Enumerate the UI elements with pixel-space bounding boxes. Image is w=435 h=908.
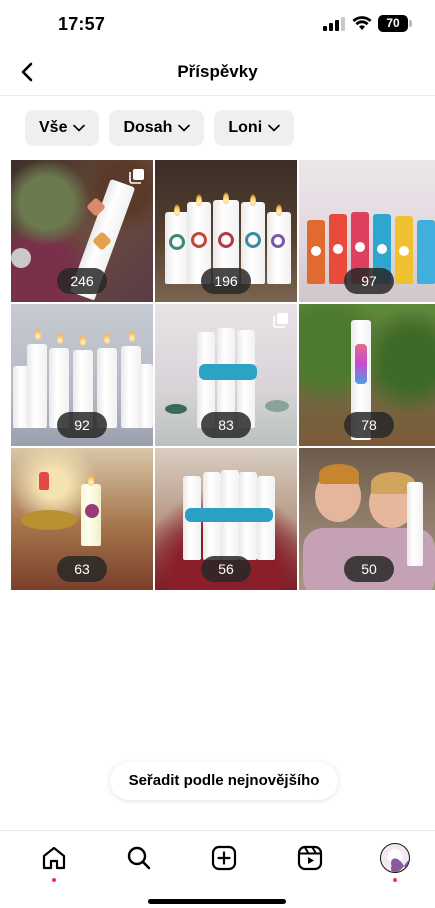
view-count-badge: 78 bbox=[344, 412, 394, 438]
tab-profile[interactable] bbox=[380, 843, 410, 882]
bottom-tab-bar bbox=[0, 830, 435, 908]
filter-reach-label: Dosah bbox=[123, 119, 173, 136]
view-count-badge: 63 bbox=[57, 556, 107, 582]
filter-period-label: Loni bbox=[228, 119, 263, 136]
tab-home[interactable] bbox=[39, 843, 69, 882]
chevron-down-icon bbox=[268, 124, 280, 132]
sort-newest-button[interactable]: Seřadit podle nejnovějšího bbox=[110, 762, 338, 800]
tab-search[interactable] bbox=[124, 843, 154, 873]
home-indicator bbox=[148, 899, 286, 904]
filter-chips: Vše Dosah Loni bbox=[25, 110, 295, 146]
filter-all-label: Vše bbox=[39, 119, 68, 136]
reels-icon bbox=[297, 845, 323, 871]
view-count-badge: 50 bbox=[344, 556, 394, 582]
profile-avatar bbox=[380, 843, 410, 873]
view-count-badge: 92 bbox=[57, 412, 107, 438]
post-thumbnail[interactable]: 97 bbox=[299, 160, 435, 302]
post-thumbnail[interactable]: 246 bbox=[11, 160, 153, 302]
post-thumbnail[interactable]: 78 bbox=[299, 304, 435, 446]
multiple-images-icon bbox=[273, 313, 288, 328]
search-icon bbox=[127, 846, 151, 870]
view-count-badge: 56 bbox=[201, 556, 251, 582]
home-icon bbox=[42, 846, 66, 870]
post-thumbnail[interactable]: 50 bbox=[299, 448, 435, 590]
page-title: Příspěvky bbox=[177, 62, 258, 81]
filter-period-chip[interactable]: Loni bbox=[214, 110, 295, 146]
multiple-images-icon bbox=[129, 169, 144, 184]
post-thumbnail[interactable]: 92 bbox=[11, 304, 153, 446]
status-time: 17:57 bbox=[58, 14, 106, 34]
chevron-down-icon bbox=[178, 124, 191, 132]
create-post-icon bbox=[211, 845, 237, 871]
tab-reels[interactable] bbox=[295, 843, 325, 873]
post-thumbnail[interactable]: 196 bbox=[155, 160, 297, 302]
posts-grid: 246 196 97 92 83 78 63 56 50 bbox=[11, 160, 435, 590]
cellular-signal-icon bbox=[323, 17, 345, 31]
post-thumbnail[interactable]: 56 bbox=[155, 448, 297, 590]
butterfly-logo-icon bbox=[391, 858, 409, 872]
battery-icon: 70 bbox=[378, 15, 412, 32]
view-count-badge: 196 bbox=[201, 268, 251, 294]
filter-all-chip[interactable]: Vše bbox=[25, 110, 100, 146]
profile-notification-dot bbox=[393, 878, 397, 882]
chevron-down-icon bbox=[73, 124, 86, 132]
status-bar: 17:57 70 bbox=[0, 0, 435, 50]
header: Příspěvky bbox=[0, 52, 435, 96]
view-count-badge: 83 bbox=[201, 412, 251, 438]
view-count-badge: 246 bbox=[57, 268, 107, 294]
view-count-badge: 97 bbox=[344, 268, 394, 294]
wifi-icon bbox=[352, 16, 372, 30]
tab-create[interactable] bbox=[209, 843, 239, 873]
home-active-dot bbox=[52, 878, 56, 882]
filter-reach-chip[interactable]: Dosah bbox=[109, 110, 205, 146]
battery-level: 70 bbox=[378, 15, 408, 32]
post-thumbnail[interactable]: 83 bbox=[155, 304, 297, 446]
post-thumbnail[interactable]: 63 bbox=[11, 448, 153, 590]
